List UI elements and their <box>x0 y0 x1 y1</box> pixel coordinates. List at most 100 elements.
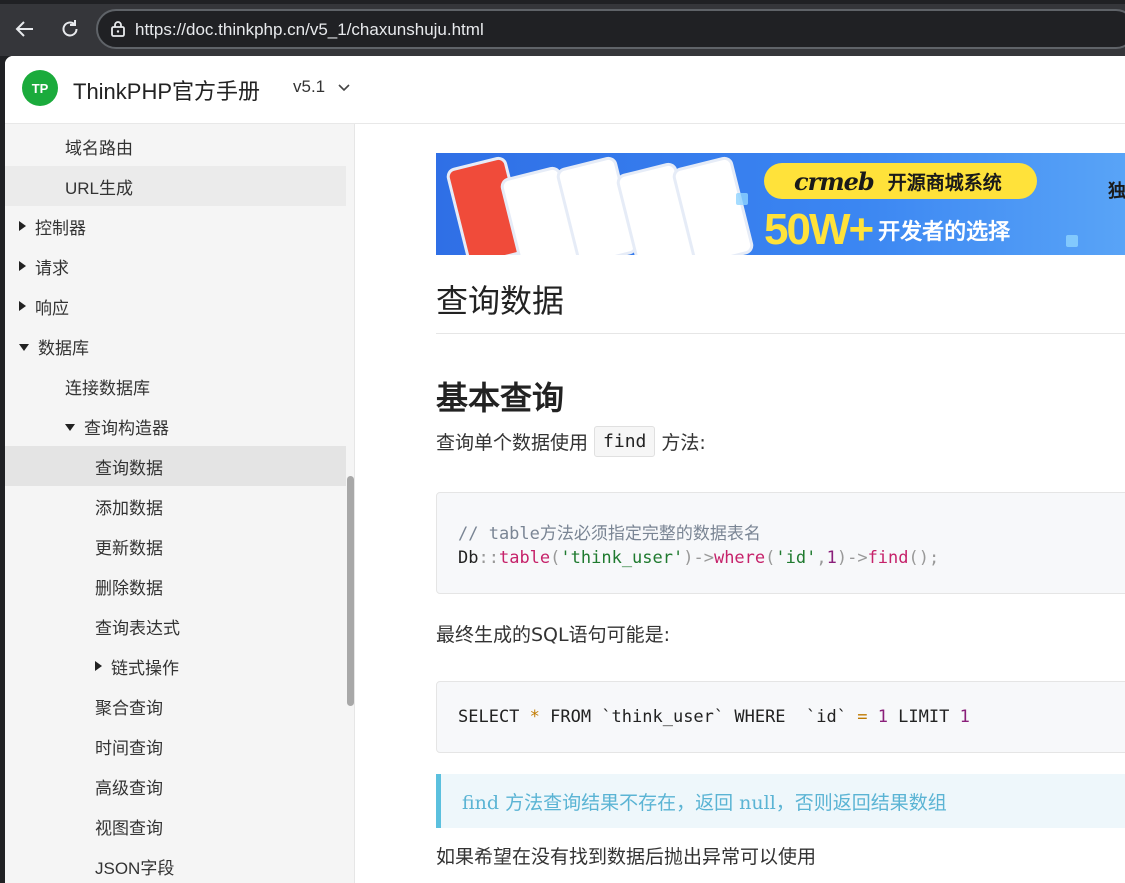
banner-decoration <box>1066 235 1078 247</box>
inline-code: find <box>594 426 656 457</box>
paragraph-text: 最终生成的SQL语句可能是: <box>436 624 671 646</box>
banner-headline-small: 开发者的选择 <box>878 220 1011 245</box>
code-token: find <box>867 548 909 568</box>
paragraph-text: 查询单个数据使用 <box>436 432 589 454</box>
sidebar-item[interactable]: 查询构造器 <box>5 406 347 446</box>
code-token: FROM `think_user` WHERE `id` <box>539 707 858 727</box>
sidebar-item-label: 控制器 <box>35 218 86 238</box>
sidebar-item[interactable]: 连接数据库 <box>5 366 347 406</box>
sidebar-item[interactable]: 域名路由 <box>5 126 347 166</box>
site-logo[interactable]: TP <box>22 70 58 106</box>
page-title: 查询数据 <box>436 282 565 320</box>
site-title[interactable]: ThinkPHP官方手册 <box>73 74 260 106</box>
arrow-left-icon <box>15 21 33 37</box>
code-token: ( <box>765 548 776 568</box>
code-token: , <box>816 548 827 568</box>
sidebar-item-label: 查询构造器 <box>84 418 169 438</box>
version-label: v5.1 <box>293 77 326 96</box>
sidebar-item-label: 时间查询 <box>95 738 163 758</box>
banner-headline-big: 50W+ <box>764 205 874 254</box>
banner-headline: 50W+ 开发者的选择 <box>764 205 1010 255</box>
sidebar-item-label: 查询表达式 <box>95 618 180 638</box>
sidebar-item[interactable]: 请求 <box>5 246 347 286</box>
caret-down-icon[interactable] <box>19 343 29 351</box>
code-block[interactable]: SELECT * FROM `think_user` WHERE `id` = … <box>436 681 1125 753</box>
section-heading: 基本查询 <box>436 379 565 417</box>
sidebar-item[interactable]: 删除数据 <box>5 566 347 606</box>
sidebar-item[interactable]: 查询数据 <box>5 446 347 486</box>
code-token: table <box>498 548 551 568</box>
sidebar-item-label: 更新数据 <box>95 538 163 558</box>
code-token: LIMIT <box>887 707 960 727</box>
caret-right-icon[interactable] <box>19 301 26 311</box>
sidebar-item[interactable]: 控制器 <box>5 206 347 246</box>
sidebar-item-label: 添加数据 <box>95 498 163 518</box>
code-block[interactable]: // table方法必须指定完整的数据表名 Db::table('think_u… <box>436 492 1125 594</box>
code-token: where <box>713 548 766 568</box>
site-info-icon[interactable] <box>108 19 128 39</box>
page-viewport: TP ThinkPHP官方手册 v5.1 域名路由 URL生成控制器请求响应数据库… <box>5 56 1125 883</box>
sidebar-item-label: 视图查询 <box>95 818 163 838</box>
code-token: 'think_user' <box>560 548 684 568</box>
sidebar-item-label: 链式操作 <box>111 658 179 678</box>
note-text: find 方法查询结果不存在，返回 null，否则返回结果数组 <box>462 791 947 814</box>
caret-right-icon[interactable] <box>95 661 102 671</box>
title-divider <box>436 333 1125 334</box>
sidebar-item-label: 连接数据库 <box>65 378 150 398</box>
code-token: 1 <box>826 548 837 568</box>
sidebar-item[interactable]: 查询表达式 <box>5 606 347 646</box>
sidebar-item[interactable]: 聚合查询 <box>5 686 347 726</box>
url-text[interactable]: https://doc.thinkphp.cn/v5_1/chaxunshuju… <box>135 20 484 40</box>
sidebar-item-label: 高级查询 <box>95 778 163 798</box>
back-button[interactable] <box>8 12 42 46</box>
paragraph-text: 方法: <box>661 432 706 454</box>
code-token: )-> <box>683 548 714 568</box>
address-bar[interactable]: https://doc.thinkphp.cn/v5_1/chaxunshuju… <box>96 9 1125 49</box>
caret-right-icon[interactable] <box>19 261 26 271</box>
banner-brand-tag: 开源商城系统 <box>887 171 1002 194</box>
sidebar-nav: 域名路由 URL生成控制器请求响应数据库连接数据库查询构造器查询数据添加数据更新数… <box>5 124 355 883</box>
caret-down-icon[interactable] <box>65 423 75 431</box>
sidebar-item-label: 查询数据 <box>95 458 163 478</box>
paragraph: 查询单个数据使用 find 方法: <box>436 426 706 457</box>
sidebar-item-label: 响应 <box>35 298 69 318</box>
sidebar-item[interactable]: 时间查询 <box>5 726 347 766</box>
sidebar-item[interactable]: 高级查询 <box>5 766 347 806</box>
sidebar-item[interactable]: 更新数据 <box>5 526 347 566</box>
code-comment: // table方法必须指定完整的数据表名 <box>458 524 761 544</box>
sidebar-item[interactable]: 数据库 <box>5 326 347 366</box>
sidebar-item[interactable]: 添加数据 <box>5 486 347 526</box>
code-token: * <box>529 707 540 727</box>
sidebar-item[interactable]: URL生成 <box>5 166 347 206</box>
ad-banner[interactable]: crmeb 开源商城系统 50W+ 开发者的选择 独 <box>436 153 1125 255</box>
sidebar-item[interactable]: 视图查询 <box>5 806 347 846</box>
banner-decoration <box>736 193 748 205</box>
code-token: (); <box>908 548 940 568</box>
code-token: ( <box>550 548 561 568</box>
chevron-down-icon <box>338 84 350 92</box>
sidebar-item[interactable]: 响应 <box>5 286 347 326</box>
sidebar-item[interactable]: 链式操作 <box>5 646 347 686</box>
paragraph: 如果希望在没有找到数据后抛出异常可以使用 <box>436 842 816 869</box>
caret-right-icon[interactable] <box>19 221 26 231</box>
info-note: find 方法查询结果不存在，返回 null，否则返回结果数组 <box>436 774 1125 828</box>
version-selector[interactable]: v5.1 <box>293 77 351 97</box>
browser-toolbar: https://doc.thinkphp.cn/v5_1/chaxunshuju… <box>0 0 1125 56</box>
code-token: :: <box>478 548 499 568</box>
sidebar-item-label: 请求 <box>35 258 69 278</box>
reload-icon <box>62 20 78 37</box>
code-token: 1 <box>959 707 970 727</box>
code-line: Db::table('think_user')->where('id',1)->… <box>458 548 939 568</box>
code-line: SELECT * FROM `think_user` WHERE `id` = … <box>458 707 970 727</box>
sidebar-item-label: JSON字段 <box>95 858 175 878</box>
reload-button[interactable] <box>53 12 87 46</box>
sidebar-item-label: 数据库 <box>38 338 89 358</box>
sidebar-item[interactable]: JSON字段 <box>5 846 347 883</box>
sidebar-item-label: URL生成 <box>65 178 134 198</box>
code-token: = <box>857 707 868 727</box>
sidebar-item-label: 删除数据 <box>95 578 163 598</box>
sidebar-scrollbar-thumb[interactable] <box>347 476 354 706</box>
sidebar-item-label: 域名路由 <box>65 138 133 158</box>
code-token: Db <box>458 548 479 568</box>
code-token: )-> <box>836 548 868 568</box>
